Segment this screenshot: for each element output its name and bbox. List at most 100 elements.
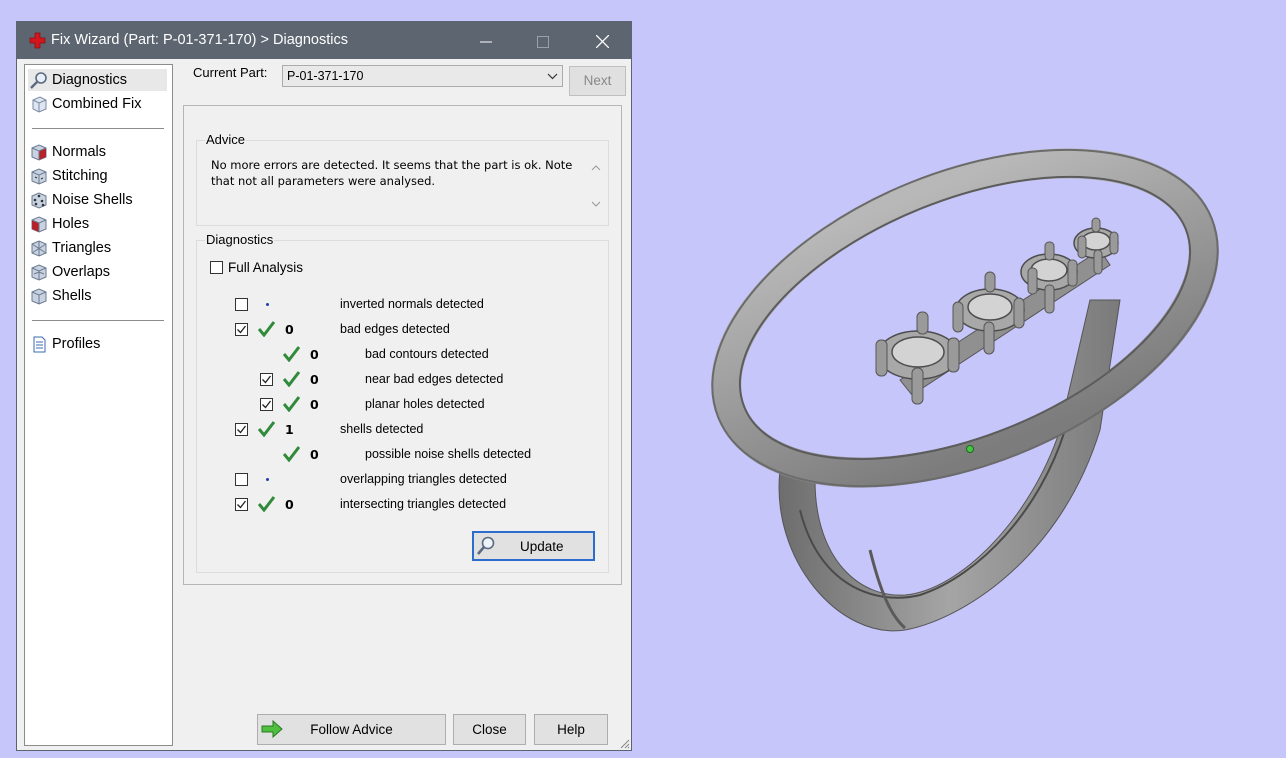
red-cross-icon bbox=[29, 32, 46, 49]
row-checkbox[interactable] bbox=[235, 323, 248, 336]
row-checkbox[interactable] bbox=[235, 423, 248, 436]
row-checkbox[interactable] bbox=[235, 498, 248, 511]
row-count: 0 bbox=[310, 397, 319, 412]
sidebar-item-label: Noise Shells bbox=[52, 192, 133, 208]
sidebar-divider bbox=[32, 128, 164, 129]
cube-red-face-icon bbox=[31, 144, 47, 161]
sidebar-item-overlaps[interactable]: Overlaps bbox=[28, 261, 167, 283]
cube-stitch-icon bbox=[31, 168, 47, 185]
diagnostics-panel: Advice No more errors are detected. It s… bbox=[183, 105, 622, 585]
maximize-button[interactable] bbox=[520, 22, 566, 59]
diag-row-intersecting-triangles: 0 intersecting triangles detected bbox=[197, 494, 607, 516]
row-count: 0 bbox=[310, 447, 319, 462]
green-check-icon bbox=[258, 496, 275, 512]
sidebar-item-normals[interactable]: Normals bbox=[28, 141, 167, 163]
overlap-cube-icon bbox=[31, 264, 47, 281]
row-checkbox[interactable] bbox=[235, 473, 248, 486]
sidebar: Diagnostics Combined Fix Normals Stitchi… bbox=[24, 64, 173, 746]
sidebar-divider bbox=[32, 320, 164, 321]
diag-row-overlapping-triangles: overlapping triangles detected bbox=[197, 469, 607, 491]
row-label: overlapping triangles detected bbox=[340, 472, 507, 486]
green-check-icon bbox=[258, 321, 275, 337]
current-part-dropdown[interactable]: P-01-371-170 bbox=[282, 65, 563, 87]
document-icon bbox=[33, 336, 46, 353]
full-analysis-label: Full Analysis bbox=[228, 260, 304, 275]
chevron-down-icon bbox=[547, 73, 558, 80]
row-label: intersecting triangles detected bbox=[340, 497, 507, 511]
scroll-down-icon[interactable] bbox=[590, 198, 602, 210]
sidebar-item-holes[interactable]: Holes bbox=[28, 213, 167, 235]
diag-row-noise-shells: 0 possible noise shells detected bbox=[197, 444, 607, 466]
dotted-cube-icon bbox=[31, 192, 47, 209]
sidebar-item-label: Overlaps bbox=[52, 264, 111, 280]
green-check-icon bbox=[258, 421, 275, 437]
row-label: inverted normals detected bbox=[340, 297, 484, 311]
follow-advice-label: Follow Advice bbox=[310, 722, 393, 737]
scroll-up-icon[interactable] bbox=[590, 162, 602, 174]
row-label: near bad edges detected bbox=[365, 372, 504, 386]
resize-grip-icon[interactable] bbox=[618, 737, 630, 749]
diagnostics-group: Diagnostics Full Analysis inverted norma… bbox=[196, 232, 609, 573]
sidebar-item-combined-fix[interactable]: Combined Fix bbox=[28, 93, 167, 115]
sidebar-item-stitching[interactable]: Stitching bbox=[28, 165, 167, 187]
magnifier-icon bbox=[477, 536, 495, 555]
sidebar-item-profiles[interactable]: Profiles bbox=[28, 333, 167, 355]
title-bar[interactable]: Fix Wizard (Part: P-01-371-170) > Diagno… bbox=[17, 22, 631, 59]
row-count: 0 bbox=[285, 497, 294, 512]
help-button[interactable]: Help bbox=[534, 714, 608, 745]
status-dot-icon bbox=[266, 303, 269, 306]
advice-line: No more errors are detected. It seems th… bbox=[211, 158, 573, 172]
sidebar-item-diagnostics[interactable]: Diagnostics bbox=[28, 69, 167, 91]
triangle-cube-icon bbox=[31, 240, 47, 257]
close-button[interactable]: Close bbox=[453, 714, 526, 745]
current-part-label: Current Part: bbox=[193, 65, 268, 80]
status-dot-icon bbox=[266, 478, 269, 481]
green-check-icon bbox=[283, 346, 300, 362]
sidebar-item-label: Shells bbox=[52, 288, 92, 304]
row-label: bad edges detected bbox=[340, 322, 450, 336]
green-check-icon bbox=[283, 446, 300, 462]
magnifier-icon bbox=[30, 72, 47, 89]
row-label: planar holes detected bbox=[365, 397, 485, 411]
diag-row-inverted-normals: inverted normals detected bbox=[197, 294, 607, 316]
sidebar-item-noise-shells[interactable]: Noise Shells bbox=[28, 189, 167, 211]
sidebar-item-label: Combined Fix bbox=[52, 96, 142, 112]
close-window-button[interactable] bbox=[579, 22, 625, 59]
follow-advice-button[interactable]: Follow Advice bbox=[257, 714, 446, 745]
diag-row-planar-holes: 0 planar holes detected bbox=[197, 394, 607, 416]
sidebar-item-triangles[interactable]: Triangles bbox=[28, 237, 167, 259]
row-count: 0 bbox=[310, 347, 319, 362]
row-label: bad contours detected bbox=[365, 347, 489, 361]
green-check-icon bbox=[283, 371, 300, 387]
sidebar-item-shells[interactable]: Shells bbox=[28, 285, 167, 307]
sidebar-item-label: Triangles bbox=[52, 240, 112, 256]
diag-row-bad-edges: 0 bad edges detected bbox=[197, 319, 607, 341]
row-checkbox[interactable] bbox=[235, 298, 248, 311]
minimize-button[interactable] bbox=[463, 22, 509, 59]
close-icon bbox=[595, 34, 609, 49]
row-count: 0 bbox=[310, 372, 319, 387]
fix-wizard-window[interactable]: Fix Wizard (Part: P-01-371-170) > Diagno… bbox=[16, 21, 632, 751]
window-title: Fix Wizard (Part: P-01-371-170) > Diagno… bbox=[51, 32, 348, 48]
next-button[interactable]: Next bbox=[569, 66, 626, 96]
cube-icon bbox=[32, 96, 47, 113]
advice-line: that not all parameters were analysed. bbox=[211, 174, 436, 188]
advice-text: No more errors are detected. It seems th… bbox=[199, 151, 594, 211]
row-checkbox[interactable] bbox=[260, 373, 273, 386]
maximize-icon bbox=[537, 35, 549, 48]
row-count: 1 bbox=[285, 422, 294, 437]
sidebar-item-label: Stitching bbox=[52, 168, 108, 184]
diag-row-bad-contours: 0 bad contours detected bbox=[197, 344, 607, 366]
advice-scrollbar[interactable] bbox=[587, 158, 605, 214]
diag-row-near-bad-edges: 0 near bad edges detected bbox=[197, 369, 607, 391]
full-analysis-checkbox[interactable] bbox=[210, 261, 223, 274]
update-button[interactable]: Update bbox=[472, 531, 595, 561]
row-checkbox[interactable] bbox=[260, 398, 273, 411]
update-label: Update bbox=[520, 539, 564, 554]
diag-row-shells: 1 shells detected bbox=[197, 419, 607, 441]
sidebar-item-label: Diagnostics bbox=[52, 72, 127, 88]
arrow-right-icon bbox=[261, 720, 283, 738]
sidebar-item-label: Profiles bbox=[52, 336, 101, 352]
cube-hole-icon bbox=[31, 216, 47, 233]
row-label: shells detected bbox=[340, 422, 424, 436]
